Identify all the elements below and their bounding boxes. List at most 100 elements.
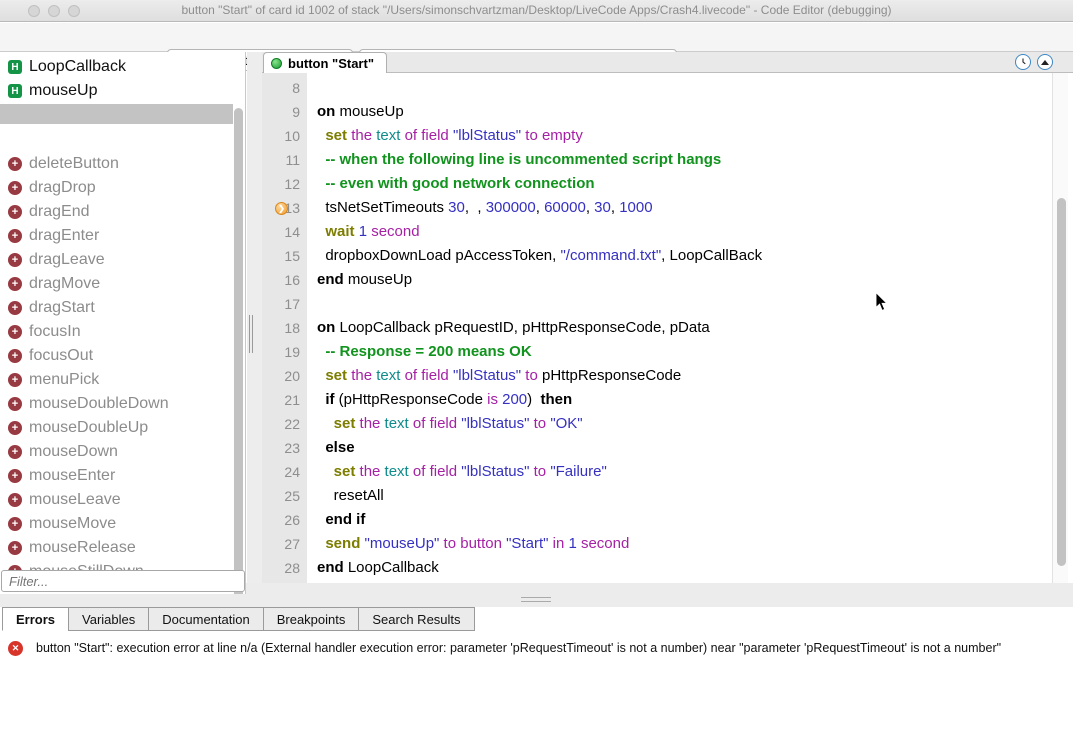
line-number-gutter[interactable]: 15 <box>262 244 307 268</box>
bottom-tab-search-results[interactable]: Search Results <box>358 607 474 631</box>
selected-empty-row[interactable] <box>0 104 233 124</box>
line-number-gutter[interactable]: 11 <box>262 148 307 172</box>
bottom-tab-documentation[interactable]: Documentation <box>148 607 263 631</box>
code-line[interactable]: 23 else <box>262 436 1052 460</box>
code-line-text[interactable] <box>307 292 317 316</box>
bottom-tab-breakpoints[interactable]: Breakpoints <box>263 607 360 631</box>
code-line-text[interactable]: set the text of field "lblStatus" to "OK… <box>307 412 583 436</box>
code-line-text[interactable]: dropboxDownLoad pAccessToken, "/command.… <box>307 244 762 268</box>
line-number-gutter[interactable]: 20 <box>262 364 307 388</box>
code-line[interactable]: 17 <box>262 292 1052 316</box>
event-item[interactable]: +dragLeave <box>0 248 246 272</box>
code-line-text[interactable]: set the text of field "lblStatus" to emp… <box>307 124 583 148</box>
code-line-text[interactable]: on LoopCallback pRequestID, pHttpRespons… <box>307 316 710 340</box>
filter-input[interactable] <box>2 571 244 591</box>
line-number-gutter[interactable]: 25 <box>262 484 307 508</box>
line-number-gutter[interactable]: 14 <box>262 220 307 244</box>
code-line-text[interactable]: -- Response = 200 means OK <box>307 340 532 364</box>
code-line-text[interactable]: set the text of field "lblStatus" to "Fa… <box>307 460 607 484</box>
code-line[interactable]: 19 -- Response = 200 means OK <box>262 340 1052 364</box>
event-item[interactable]: +deleteButton <box>0 152 246 176</box>
code-line[interactable]: 20 set the text of field "lblStatus" to … <box>262 364 1052 388</box>
handler-item[interactable]: HLoopCallback <box>0 55 246 79</box>
code-line-text[interactable]: if (pHttpResponseCode is 200) then <box>307 388 572 412</box>
code-line-text[interactable]: tsNetSetTimeouts 30, , 300000, 60000, 30… <box>307 196 653 220</box>
code-line-text[interactable]: send "mouseUp" to button "Start" in 1 se… <box>307 532 629 556</box>
event-item[interactable]: +menuPick <box>0 368 246 392</box>
event-item[interactable]: +dragEnter <box>0 224 246 248</box>
history-button[interactable] <box>1015 54 1031 70</box>
code-line[interactable]: 24 set the text of field "lblStatus" to … <box>262 460 1052 484</box>
code-line[interactable]: 11 -- when the following line is uncomme… <box>262 148 1052 172</box>
code-line-text[interactable]: end LoopCallback <box>307 556 439 580</box>
event-item[interactable]: +dragDrop <box>0 176 246 200</box>
code-line-text[interactable]: else <box>307 436 355 460</box>
code-line[interactable]: 27 send "mouseUp" to button "Start" in 1… <box>262 532 1052 556</box>
line-number-gutter[interactable]: 12 <box>262 172 307 196</box>
minimize-window-button[interactable] <box>48 5 60 17</box>
code-line[interactable]: 12 -- even with good network connection <box>262 172 1052 196</box>
collapse-button[interactable] <box>1037 54 1053 70</box>
code-line[interactable]: 8 <box>262 76 1052 100</box>
event-item[interactable]: +mouseDoubleUp <box>0 416 246 440</box>
event-item[interactable]: +dragStart <box>0 296 246 320</box>
line-number-gutter[interactable]: 17 <box>262 292 307 316</box>
event-item[interactable]: +mouseEnter <box>0 464 246 488</box>
bottom-tab-variables[interactable]: Variables <box>68 607 149 631</box>
code-line[interactable]: 9on mouseUp <box>262 100 1052 124</box>
code-line-text[interactable]: set the text of field "lblStatus" to pHt… <box>307 364 681 388</box>
event-item[interactable]: +dragEnd <box>0 200 246 224</box>
splitter-grip-icon[interactable] <box>521 597 551 603</box>
code-line[interactable]: 18on LoopCallback pRequestID, pHttpRespo… <box>262 316 1052 340</box>
code-line[interactable]: 21 if (pHttpResponseCode is 200) then <box>262 388 1052 412</box>
code-line-text[interactable]: -- even with good network connection <box>307 172 595 196</box>
code-line-text[interactable] <box>307 76 317 100</box>
code-line[interactable]: 22 set the text of field "lblStatus" to … <box>262 412 1052 436</box>
event-item[interactable]: +mouseDoubleDown <box>0 392 246 416</box>
divider-grip-icon[interactable] <box>249 315 255 353</box>
event-item[interactable]: +mouseDown <box>0 440 246 464</box>
current-line-marker-icon[interactable]: ❯ <box>275 202 288 215</box>
error-row[interactable]: ✕ button "Start": execution error at lin… <box>8 640 1001 657</box>
code-line-text[interactable]: end mouseUp <box>307 268 412 292</box>
line-number-gutter[interactable]: 10 <box>262 124 307 148</box>
line-number-gutter[interactable]: 24 <box>262 460 307 484</box>
code-line-text[interactable]: on mouseUp <box>307 100 404 124</box>
line-number-gutter[interactable]: 28 <box>262 556 307 580</box>
code-line[interactable]: 26 end if <box>262 508 1052 532</box>
line-number-gutter[interactable]: 9 <box>262 100 307 124</box>
line-number-gutter[interactable]: 27 <box>262 532 307 556</box>
script-tab[interactable]: button "Start" <box>263 52 387 73</box>
event-item[interactable]: +mouseMove <box>0 512 246 536</box>
code-line[interactable]: 14 wait 1 second <box>262 220 1052 244</box>
event-item[interactable]: +mouseLeave <box>0 488 246 512</box>
line-number-gutter[interactable]: 21 <box>262 388 307 412</box>
code-line[interactable]: 15 dropboxDownLoad pAccessToken, "/comma… <box>262 244 1052 268</box>
line-number-gutter[interactable]: 8 <box>262 76 307 100</box>
panel-divider[interactable] <box>247 52 262 583</box>
code-line-text[interactable]: wait 1 second <box>307 220 420 244</box>
zoom-window-button[interactable] <box>68 5 80 17</box>
line-number-gutter[interactable]: 26 <box>262 508 307 532</box>
code-line[interactable]: 10 set the text of field "lblStatus" to … <box>262 124 1052 148</box>
code-line-text[interactable]: end if <box>307 508 365 532</box>
bottom-tab-errors[interactable]: Errors <box>2 607 69 631</box>
code-line[interactable]: 16end mouseUp <box>262 268 1052 292</box>
sidebar-scrollbar[interactable] <box>234 108 243 594</box>
code-line-text[interactable]: resetAll <box>307 484 384 508</box>
event-item[interactable]: +mouseRelease <box>0 536 246 560</box>
line-number-gutter[interactable]: 18 <box>262 316 307 340</box>
handler-item[interactable]: HmouseUp <box>0 79 246 103</box>
code-line-text[interactable]: -- when the following line is uncommente… <box>307 148 721 172</box>
line-number-gutter[interactable]: 22 <box>262 412 307 436</box>
close-window-button[interactable] <box>28 5 40 17</box>
editor-scrollbar-thumb[interactable] <box>1057 198 1066 566</box>
code-line[interactable]: ❯13 tsNetSetTimeouts 30, , 300000, 60000… <box>262 196 1052 220</box>
code-line[interactable]: 28end LoopCallback <box>262 556 1052 580</box>
code-line[interactable]: 25 resetAll <box>262 484 1052 508</box>
line-number-gutter[interactable]: 23 <box>262 436 307 460</box>
line-number-gutter[interactable]: 19 <box>262 340 307 364</box>
event-item[interactable]: +dragMove <box>0 272 246 296</box>
line-number-gutter[interactable]: 16 <box>262 268 307 292</box>
editor-scrollbar-track[interactable] <box>1052 73 1068 583</box>
